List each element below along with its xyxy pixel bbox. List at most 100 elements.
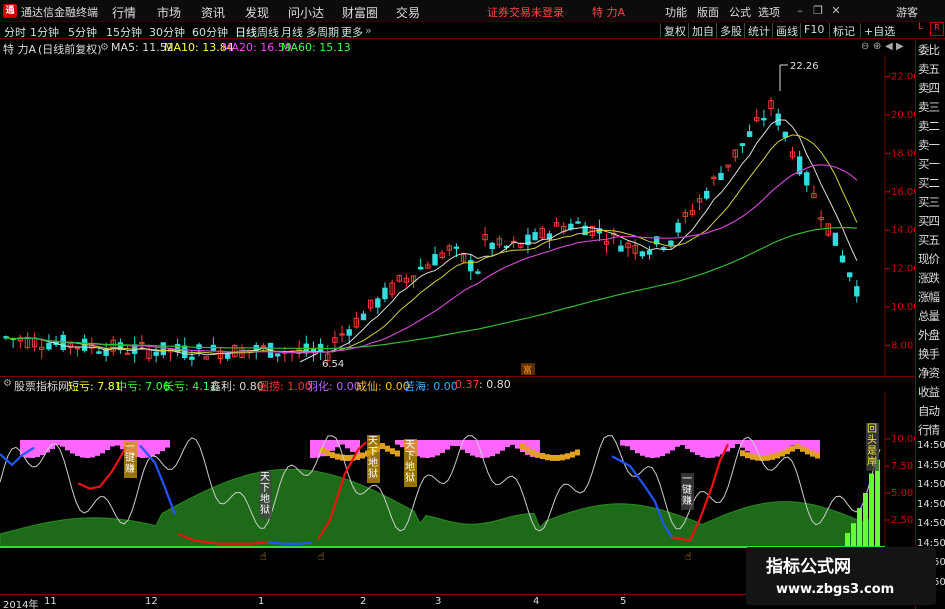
menu-layout[interactable]: 版面 [697,4,719,20]
side-item[interactable]: 买三 [918,194,945,210]
menu-trade[interactable]: 交易 [396,4,420,21]
side-header-badge[interactable]: R [930,22,944,36]
pink-bar [705,440,710,458]
tab-multi-period[interactable]: 多周期 [306,24,339,40]
side-time: 14:50 [917,479,945,490]
svg-text:☝: ☝ [318,550,325,563]
btn-f10[interactable]: F10 [800,23,827,38]
indicator-settings-icon[interactable]: ⚙ [3,378,12,389]
minimize-icon[interactable]: – [792,3,808,19]
indicator-label: 5.00 [891,488,913,499]
side-item[interactable]: 卖一 [918,137,945,153]
tab-weekly[interactable]: 周线 [257,24,279,40]
tab-daily[interactable]: 日线 [235,24,257,40]
candle-body [575,221,581,224]
menu-market[interactable]: 市场 [157,4,181,21]
tab-30min[interactable]: 30分钟 [149,24,185,40]
btn-multi-stock[interactable]: 多股 [716,23,745,38]
price-label: 20.00 [891,110,915,121]
side-item[interactable]: 涨幅 [918,289,945,305]
side-item[interactable]: 买五 [918,232,945,248]
side-item[interactable]: 现价 [918,251,945,267]
menu-options[interactable]: 选项 [758,4,780,20]
tab-60min[interactable]: 60分钟 [192,24,228,40]
side-item[interactable]: 涨跌 [918,270,945,286]
green-bar [845,532,850,547]
side-item[interactable]: 收益 [918,384,945,400]
pink-bar [395,440,400,445]
candle-body [532,232,538,241]
pink-top-bars [20,440,820,458]
orange-bar [560,454,565,461]
minus-icon[interactable]: ⊖ [861,41,869,52]
scroll-left-icon[interactable]: ◀ [885,41,893,52]
btn-stats[interactable]: 统计 [744,23,773,38]
pink-bar [710,440,715,458]
side-item[interactable]: 买一 [918,156,945,172]
more-chevron-icon[interactable]: » [365,24,372,37]
restore-icon[interactable]: ❐ [810,3,826,19]
close-icon[interactable]: ✕ [828,3,844,19]
login-notice[interactable]: 证券交易未登录 [487,4,564,20]
candle-body [346,329,352,336]
orange-bar [770,453,775,460]
side-item[interactable]: 换手 [918,346,945,362]
menu-news[interactable]: 资讯 [201,4,225,21]
pink-bar [80,440,85,458]
menu-ask[interactable]: 问小达 [288,4,324,21]
green-volume-area [0,468,871,548]
tab-5min[interactable]: 5分钟 [68,24,97,40]
btn-adjust[interactable]: 复权 [660,23,689,38]
side-item[interactable]: 买二 [918,175,945,191]
btn-add-self[interactable]: 加自 [688,23,717,38]
btn-draw[interactable]: 画线 [772,23,801,38]
orange-bar [360,452,365,459]
menu-formula[interactable]: 公式 [729,4,751,20]
side-item[interactable]: 卖三 [918,99,945,115]
tab-more[interactable]: 更多 [341,24,363,40]
side-item[interactable]: 行情 [918,422,945,438]
menu-discover[interactable]: 发现 [245,4,269,21]
side-item[interactable]: 卖四 [918,80,945,96]
orange-bar [570,451,575,458]
side-item[interactable]: 净资 [918,365,945,381]
side-item[interactable]: 买四 [918,213,945,229]
side-item[interactable]: 委比 [918,42,945,58]
side-item[interactable]: 自动 [918,403,945,419]
pink-bar [660,440,665,457]
hand-pointer-icons: ☝ ☝ ☝ [260,550,692,563]
signal-label: 天下地狱 [259,471,272,519]
svg-text:回: 回 [867,423,877,435]
candle-body [661,247,667,250]
side-item[interactable]: 外盘 [918,327,945,343]
signal-label: 一键赚 [681,473,694,510]
menu-market-quotes[interactable]: 行情 [112,4,136,21]
menu-wealth[interactable]: 财富圈 [342,4,378,21]
tab-intraday[interactable]: 分时 [4,24,26,40]
candle-body [382,287,388,300]
candlestick-chart[interactable]: 22.0020.0018.0016.0014.0012.0010.008.00 … [0,55,915,376]
candle-body [804,172,810,186]
pink-bar [670,440,675,451]
candle-body [375,298,381,308]
candle-body [639,251,646,257]
svg-text:天: 天 [260,472,270,483]
plus-icon[interactable]: ⊕ [873,41,881,52]
side-item[interactable]: 卖五 [918,61,945,77]
btn-mark[interactable]: 标记 [829,23,858,38]
tab-monthly[interactable]: 月线 [281,24,303,40]
side-item[interactable]: 总量 [918,308,945,324]
side-item[interactable]: 卖二 [918,118,945,134]
orange-bar [795,443,800,450]
tab-15min[interactable]: 15分钟 [106,24,142,40]
guest-label[interactable]: 游客 [896,4,918,20]
menu-function[interactable]: 功能 [665,4,687,20]
settings-gear-icon[interactable]: ⚙ [100,42,109,53]
btn-add-favorite[interactable]: +自选 [860,23,898,38]
time-label-year: 2014年 [3,600,39,609]
event-mark[interactable]: 富 [523,364,532,376]
tab-1min[interactable]: 1分钟 [30,24,59,40]
time-label-jan: 1 [258,596,265,607]
watermark-title: 指标公式网 [766,557,851,577]
scroll-right-icon[interactable]: ▶ [896,41,904,52]
